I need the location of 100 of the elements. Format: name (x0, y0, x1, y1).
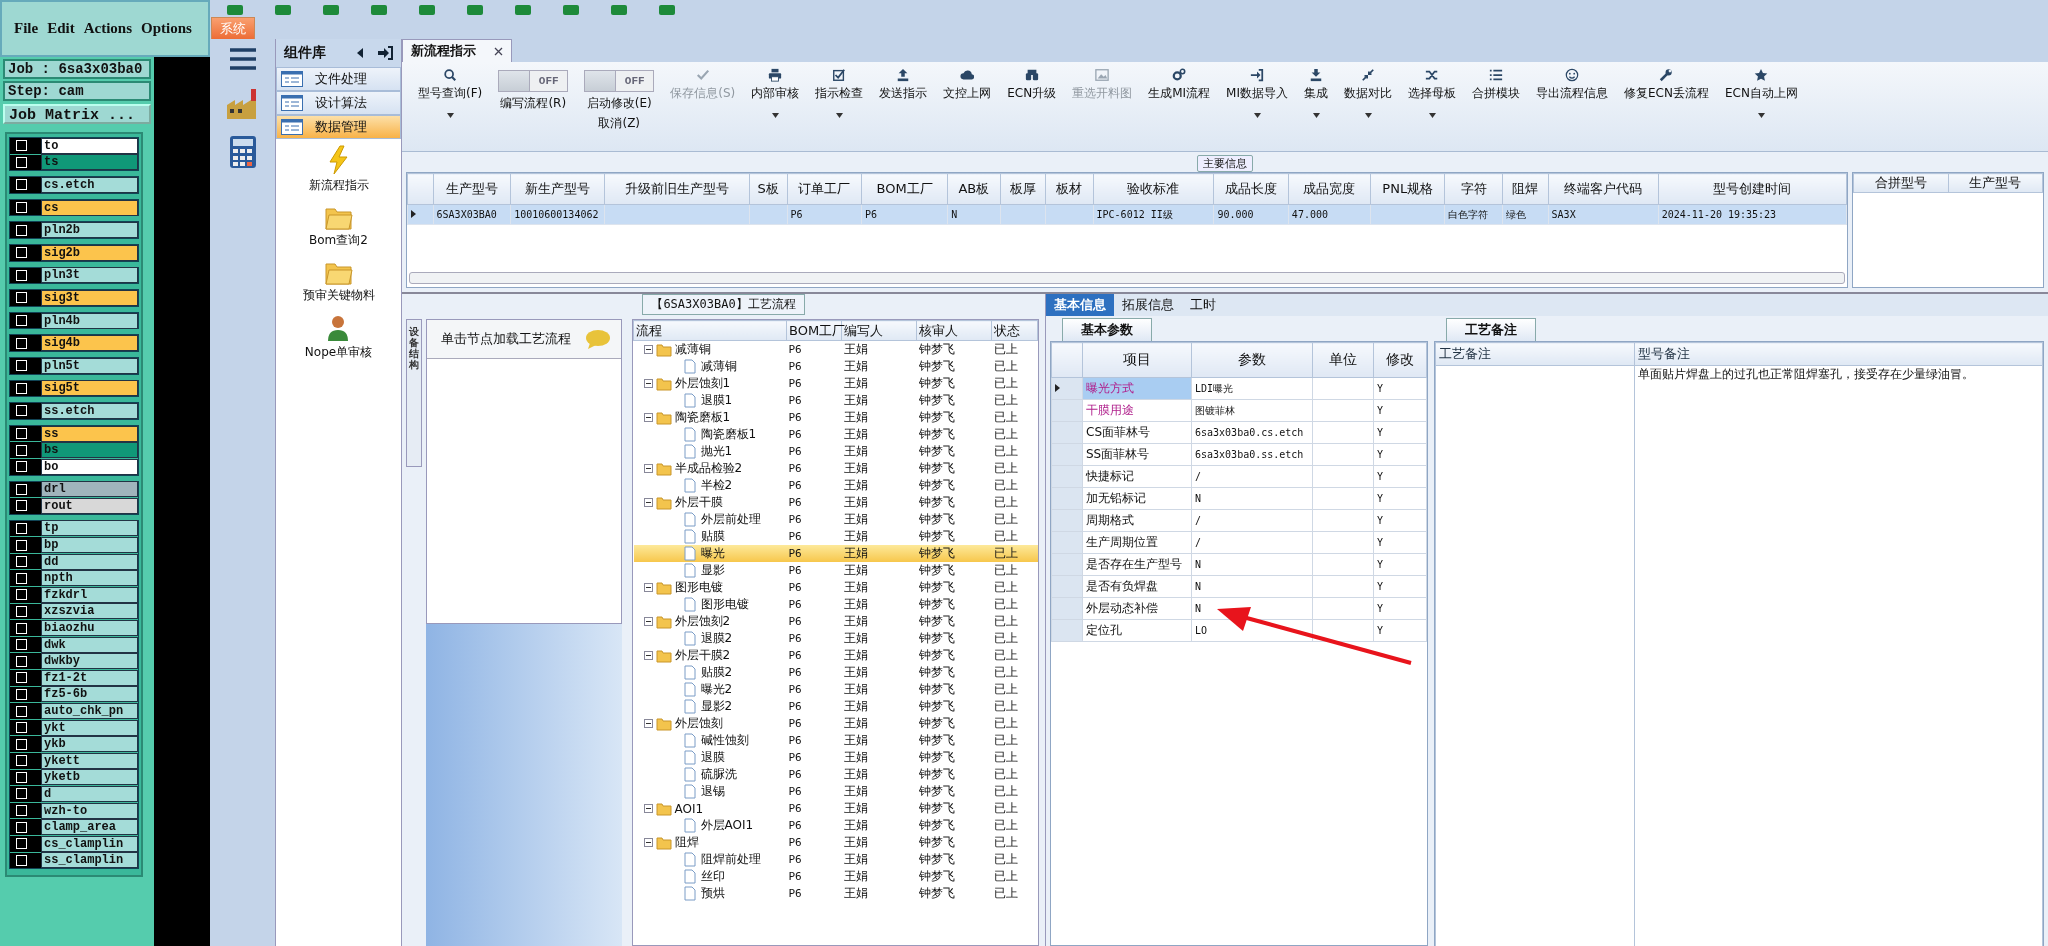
caret-icon[interactable] (771, 113, 779, 118)
layer-name[interactable]: ss.etch (41, 402, 138, 419)
menu-item[interactable]: File (14, 20, 39, 37)
layer-name[interactable]: clamp_area (41, 819, 138, 836)
layer-name[interactable]: to (41, 137, 138, 154)
tree-row[interactable]: 外层蚀刻2 P6 王娟 钟梦飞 已上 (633, 613, 1038, 630)
tree-row[interactable]: 外层AOI1 P6 王娟 钟梦飞 已上 (633, 817, 1038, 834)
toolbar-button[interactable]: 发送指示 (873, 68, 934, 102)
tree-row[interactable]: 陶瓷磨板1 P6 王娟 钟梦飞 已上 (633, 426, 1038, 443)
caret-icon[interactable] (446, 113, 454, 118)
layer-name[interactable]: dwkby (41, 653, 138, 670)
tree-row[interactable]: 曝光2 P6 王娟 钟梦飞 已上 (633, 681, 1038, 698)
column-header[interactable]: 生产型号 (433, 173, 511, 205)
tree-row[interactable]: 贴膜 P6 王娟 钟梦飞 已上 (633, 528, 1038, 545)
layer-name[interactable]: sig3t (41, 289, 138, 306)
column-header[interactable]: 修改 (1373, 342, 1427, 378)
caret-icon[interactable] (1253, 113, 1261, 118)
column-header[interactable]: S板 (749, 173, 787, 205)
layer-name[interactable]: pln4b (41, 312, 138, 329)
collapse-icon[interactable] (643, 838, 653, 847)
tree-row[interactable]: 显影2 P6 王娟 钟梦飞 已上 (633, 698, 1038, 715)
column-header[interactable]: 项目 (1082, 342, 1192, 378)
layer-checkbox[interactable] (16, 688, 27, 700)
column-header[interactable]: 编写人 (841, 320, 917, 341)
tool-label[interactable]: 新流程指示 (308, 177, 369, 194)
tree-row[interactable]: 碱性蚀刻 P6 王娟 钟梦飞 已上 (633, 732, 1038, 749)
tool-icon[interactable] (321, 5, 341, 17)
collapse-icon[interactable] (643, 804, 653, 813)
tab[interactable]: 基本参数 (1062, 318, 1152, 341)
layer-name[interactable]: drl (41, 481, 138, 498)
toolbar-button[interactable]: 内部审核 (745, 68, 806, 118)
column-header[interactable]: 板材 (1045, 173, 1094, 205)
layer-name[interactable]: sig2b (41, 244, 138, 261)
layer-checkbox[interactable] (16, 821, 27, 833)
tree-row[interactable]: 预烘 P6 王娟 钟梦飞 已上 (633, 885, 1038, 902)
tree-row[interactable]: 硫脲洗 P6 王娟 钟梦飞 已上 (633, 766, 1038, 783)
toolbar-button[interactable]: ECN升级 (1001, 68, 1063, 102)
layer-name[interactable]: d (41, 786, 138, 802)
toolbar-button[interactable]: OFF 编写流程(R) (492, 68, 575, 112)
layer-checkbox[interactable] (16, 292, 27, 304)
column-header[interactable]: 合拼型号 (1853, 173, 1948, 193)
table-row[interactable]: 6SA3X03BA0 10010600134062 P6 P6 N IPC-6012 II级 90.000 47.000 白色字符 绿色 SA3X 2024-11-20 19:35:23 (407, 204, 1847, 225)
tree-row[interactable]: 外层干膜2 P6 王娟 钟梦飞 已上 (633, 647, 1038, 664)
toolbar-button[interactable]: 导出流程信息 (1530, 68, 1614, 102)
column-header[interactable]: 终端客户代码 (1548, 173, 1659, 205)
layer-checkbox[interactable] (16, 705, 27, 717)
layer-name[interactable]: ss_clamplin (41, 852, 138, 869)
tree-row[interactable]: 减薄铜 P6 王娟 钟梦飞 已上 (633, 340, 1038, 358)
layer-name[interactable]: sig4b (41, 335, 138, 352)
person-icon[interactable] (326, 314, 351, 342)
column-header[interactable]: PNL规格 (1370, 173, 1445, 205)
tree-row[interactable]: 退膜1 P6 王娟 钟梦飞 已上 (633, 392, 1038, 409)
tree-row[interactable]: 半检2 P6 王娟 钟梦飞 已上 (633, 477, 1038, 494)
layer-checkbox[interactable] (16, 247, 27, 259)
layer-checkbox[interactable] (16, 556, 27, 568)
tree-row[interactable]: 图形电镀 P6 王娟 钟梦飞 已上 (633, 579, 1038, 596)
toolbar-button[interactable]: 数据对比 (1338, 68, 1398, 118)
layer-checkbox[interactable] (16, 672, 27, 684)
column-header[interactable]: 成品长度 (1213, 173, 1289, 205)
layer-checkbox[interactable] (16, 140, 27, 152)
collapse-icon[interactable] (643, 464, 653, 473)
layer-name[interactable]: fz5-6b (41, 686, 138, 703)
toolbar-button[interactable]: 选择母板 (1402, 68, 1462, 118)
layer-checkbox[interactable] (16, 738, 27, 750)
toggle-switch[interactable]: OFF (498, 70, 569, 92)
toolbar-button[interactable]: 集成 (1298, 68, 1334, 118)
column-header[interactable]: 工艺备注 (1435, 342, 1635, 366)
layer-name[interactable]: ykb (41, 736, 138, 753)
layer-checkbox[interactable] (16, 156, 27, 168)
layer-name[interactable]: bs (41, 442, 138, 459)
column-header[interactable]: AB板 (947, 173, 1001, 205)
layer-checkbox[interactable] (16, 805, 27, 817)
layer-checkbox[interactable] (16, 444, 27, 456)
column-header[interactable]: 核审人 (916, 320, 992, 341)
layer-name[interactable]: cs (41, 199, 138, 216)
column-header[interactable]: 订单工厂 (787, 173, 862, 205)
layer-checkbox[interactable] (16, 622, 27, 634)
menu-item[interactable]: Options (141, 20, 192, 37)
layer-name[interactable]: fz1-2t (41, 669, 138, 686)
tree-row[interactable]: 图形电镀 P6 王娟 钟梦飞 已上 (633, 596, 1038, 613)
tool-icon[interactable] (657, 5, 677, 17)
caret-icon[interactable] (1312, 113, 1320, 118)
tree-row[interactable]: AOI1 P6 王娟 钟梦飞 已上 (633, 800, 1038, 817)
job-matrix-button[interactable]: Job Matrix ... (3, 104, 151, 124)
column-header[interactable]: 新生产型号 (510, 173, 605, 205)
column-header[interactable]: 流程 (633, 320, 787, 341)
layer-name[interactable]: rout (41, 497, 138, 514)
layer-checkbox[interactable] (16, 202, 27, 214)
tree-row[interactable]: 丝印 P6 王娟 钟梦飞 已上 (633, 868, 1038, 885)
scrollbar[interactable] (409, 272, 1845, 284)
toolbar-button[interactable]: ECN自动上网 (1718, 68, 1804, 118)
layer-checkbox[interactable] (16, 337, 27, 349)
column-header[interactable]: 型号创建时间 (1658, 173, 1847, 205)
document-tab[interactable]: 新流程指示 (402, 39, 512, 62)
layer-name[interactable]: ts (41, 154, 138, 171)
tool-label[interactable]: Bom查询2 (309, 232, 368, 249)
column-header[interactable]: 成品宽度 (1288, 173, 1371, 205)
library-item[interactable]: 设计算法 (276, 91, 401, 115)
collapse-icon[interactable] (643, 379, 653, 388)
library-item[interactable]: 文件处理 (276, 67, 401, 91)
